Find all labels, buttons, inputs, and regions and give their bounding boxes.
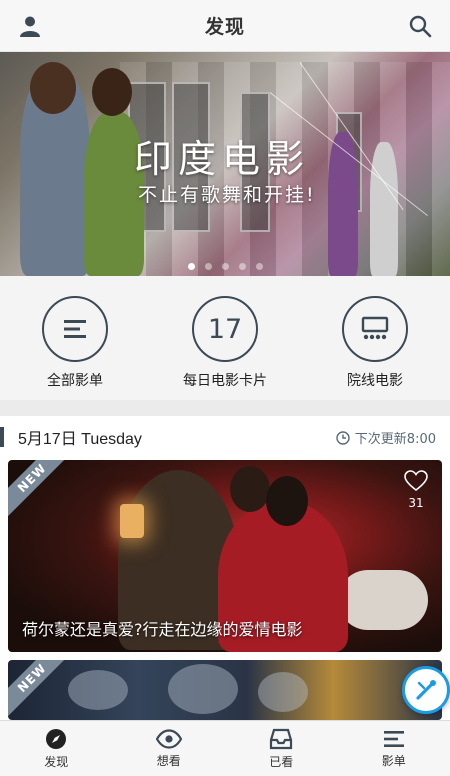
daily-section-header: 5月17日 Tuesday 下次更新8:00 bbox=[0, 416, 450, 458]
carousel-dot[interactable] bbox=[187, 263, 195, 270]
next-update-text: 下次更新8:00 bbox=[354, 432, 436, 447]
tab-discover[interactable]: 发现 bbox=[0, 721, 113, 776]
category-cinema[interactable]: 院线电影 bbox=[315, 296, 435, 390]
clock-icon bbox=[336, 430, 350, 445]
category-shortcuts: 全部影单 17 每日电影卡片 院线电影 bbox=[0, 276, 450, 400]
banner-person-head bbox=[92, 68, 132, 116]
wand-icon bbox=[416, 680, 436, 700]
list-icon bbox=[42, 296, 108, 362]
card-image-shape bbox=[258, 672, 308, 712]
section-date: 5月17日 Tuesday bbox=[18, 431, 142, 448]
carousel-dot[interactable] bbox=[255, 263, 263, 270]
card-image-head bbox=[266, 476, 308, 526]
movie-card[interactable]: NEW 31 荷尔蒙还是真爱?行走在边缘的爱情电影 bbox=[8, 460, 442, 652]
card-caption: 荷尔蒙还是真爱?行走在边缘的爱情电影 bbox=[22, 620, 303, 639]
carousel-dot[interactable] bbox=[204, 263, 212, 270]
card-image-pillow bbox=[338, 570, 428, 630]
card-image-head bbox=[230, 466, 270, 512]
card-image-lamp bbox=[120, 504, 144, 538]
banner-person bbox=[328, 132, 358, 276]
category-daily-card[interactable]: 17 每日电影卡片 bbox=[165, 296, 285, 390]
category-label: 每日电影卡片 bbox=[183, 373, 267, 389]
section-accent-bar bbox=[0, 427, 4, 447]
cinema-icon bbox=[342, 296, 408, 362]
category-all-lists[interactable]: 全部影单 bbox=[15, 296, 135, 390]
daily-number: 17 bbox=[207, 313, 243, 345]
tab-want-to-watch[interactable]: 想看 bbox=[113, 721, 226, 776]
section-divider bbox=[0, 400, 450, 416]
new-badge: NEW bbox=[8, 460, 72, 518]
tab-label: 影单 bbox=[381, 753, 406, 768]
top-nav-bar: 发现 bbox=[0, 0, 450, 52]
tab-label: 发现 bbox=[44, 754, 69, 769]
page-title: 发现 bbox=[204, 16, 245, 38]
bottom-tab-bar: 发现 想看 已看 影单 bbox=[0, 720, 450, 776]
tab-lists[interactable]: 影单 bbox=[338, 721, 450, 776]
carousel-dot[interactable] bbox=[221, 263, 229, 270]
eye-icon bbox=[155, 728, 182, 749]
tab-label: 已看 bbox=[269, 754, 294, 769]
tab-watched[interactable]: 已看 bbox=[225, 721, 338, 776]
calendar-number-icon: 17 bbox=[192, 296, 258, 362]
carousel-dot[interactable] bbox=[238, 263, 246, 270]
inbox-icon bbox=[270, 728, 293, 749]
next-update: 下次更新8:00 bbox=[336, 428, 436, 447]
card-image-shape bbox=[68, 670, 128, 710]
new-badge: NEW bbox=[8, 660, 72, 718]
banner-carousel[interactable]: 印度电影 不止有歌舞和开挂! bbox=[0, 52, 450, 276]
like-count: 31 bbox=[408, 496, 424, 510]
category-label: 院线电影 bbox=[347, 373, 403, 389]
floating-action-button[interactable] bbox=[402, 666, 450, 714]
compass-icon bbox=[46, 728, 67, 749]
category-label: 全部影单 bbox=[47, 373, 103, 389]
heart-icon bbox=[404, 470, 428, 492]
banner-person-head bbox=[30, 62, 76, 114]
carousel-indicator bbox=[0, 263, 450, 270]
card-image-shape bbox=[168, 664, 238, 714]
user-icon[interactable] bbox=[16, 12, 44, 40]
tab-label: 想看 bbox=[156, 753, 181, 768]
search-icon[interactable] bbox=[406, 12, 434, 40]
banner-person bbox=[370, 142, 398, 276]
list-icon bbox=[383, 730, 404, 747]
banner-subline: 不止有歌舞和开挂! bbox=[138, 184, 316, 206]
banner-headline: 印度电影 bbox=[134, 137, 311, 181]
movie-card[interactable]: NEW bbox=[8, 660, 442, 720]
like-button[interactable]: 31 bbox=[404, 470, 428, 510]
